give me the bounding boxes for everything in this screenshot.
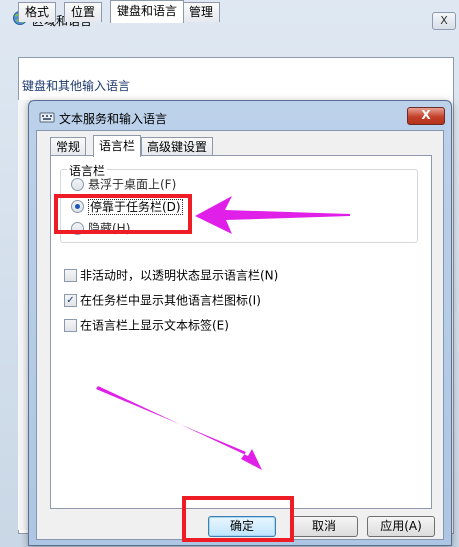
tab-administrative[interactable]: 管理 — [182, 2, 221, 22]
tab-location[interactable]: 位置 — [64, 2, 103, 22]
apply-button[interactable]: 应用(A) — [367, 516, 435, 537]
tab-language-bar[interactable]: 语言栏 — [93, 135, 142, 157]
cancel-button[interactable]: 取消 — [290, 516, 358, 537]
text-services-dialog: 文本服务和输入语言 X 常规 语言栏 高级键设置 语言栏 悬浮于桌面上(F) 停… — [28, 100, 452, 546]
dialog-title: 文本服务和输入语言 — [59, 112, 168, 126]
keyboard-icon — [39, 112, 55, 123]
radio-float-on-desktop[interactable]: 悬浮于桌面上(F) — [71, 176, 176, 192]
tab-keyboard-language[interactable]: 键盘和语言 — [110, 0, 185, 23]
checkbox-transparent-inactive[interactable]: 非活动时，以透明状态显示语言栏(N) — [64, 267, 278, 283]
tab-format[interactable]: 格式 — [18, 2, 57, 22]
checkbox-show-extra-icons[interactable]: ✓ 在任务栏中显示其他语言栏图标(I) — [64, 292, 261, 308]
checkbox-show-text-labels[interactable]: 在语言栏上显示文本标签(E) — [64, 317, 229, 333]
checkbox[interactable] — [64, 319, 77, 332]
highlight-dock-option — [54, 194, 192, 234]
checkbox[interactable] — [64, 269, 77, 282]
tab-advanced-key-settings[interactable]: 高级键设置 — [141, 137, 214, 156]
checkbox-label: 非活动时，以透明状态显示语言栏(N) — [80, 268, 279, 283]
tab-general[interactable]: 常规 — [50, 137, 87, 156]
checkbox-checked[interactable]: ✓ — [64, 294, 77, 307]
outer-close-button[interactable]: X — [432, 12, 456, 30]
dialog-close-button[interactable]: X — [407, 107, 445, 125]
checkbox-label: 在语言栏上显示文本标签(E) — [80, 318, 229, 333]
dialog-body: 常规 语言栏 高级键设置 语言栏 悬浮于桌面上(F) 停靠于任务栏(D) 隐藏(… — [36, 130, 444, 540]
highlight-ok-button — [182, 496, 294, 542]
checkbox-label: 在任务栏中显示其他语言栏图标(I) — [80, 293, 261, 308]
radio-button[interactable] — [71, 178, 84, 191]
keyboard-group-label: 键盘和其他输入语言 — [22, 79, 131, 93]
radio-label: 悬浮于桌面上(F) — [88, 177, 177, 192]
